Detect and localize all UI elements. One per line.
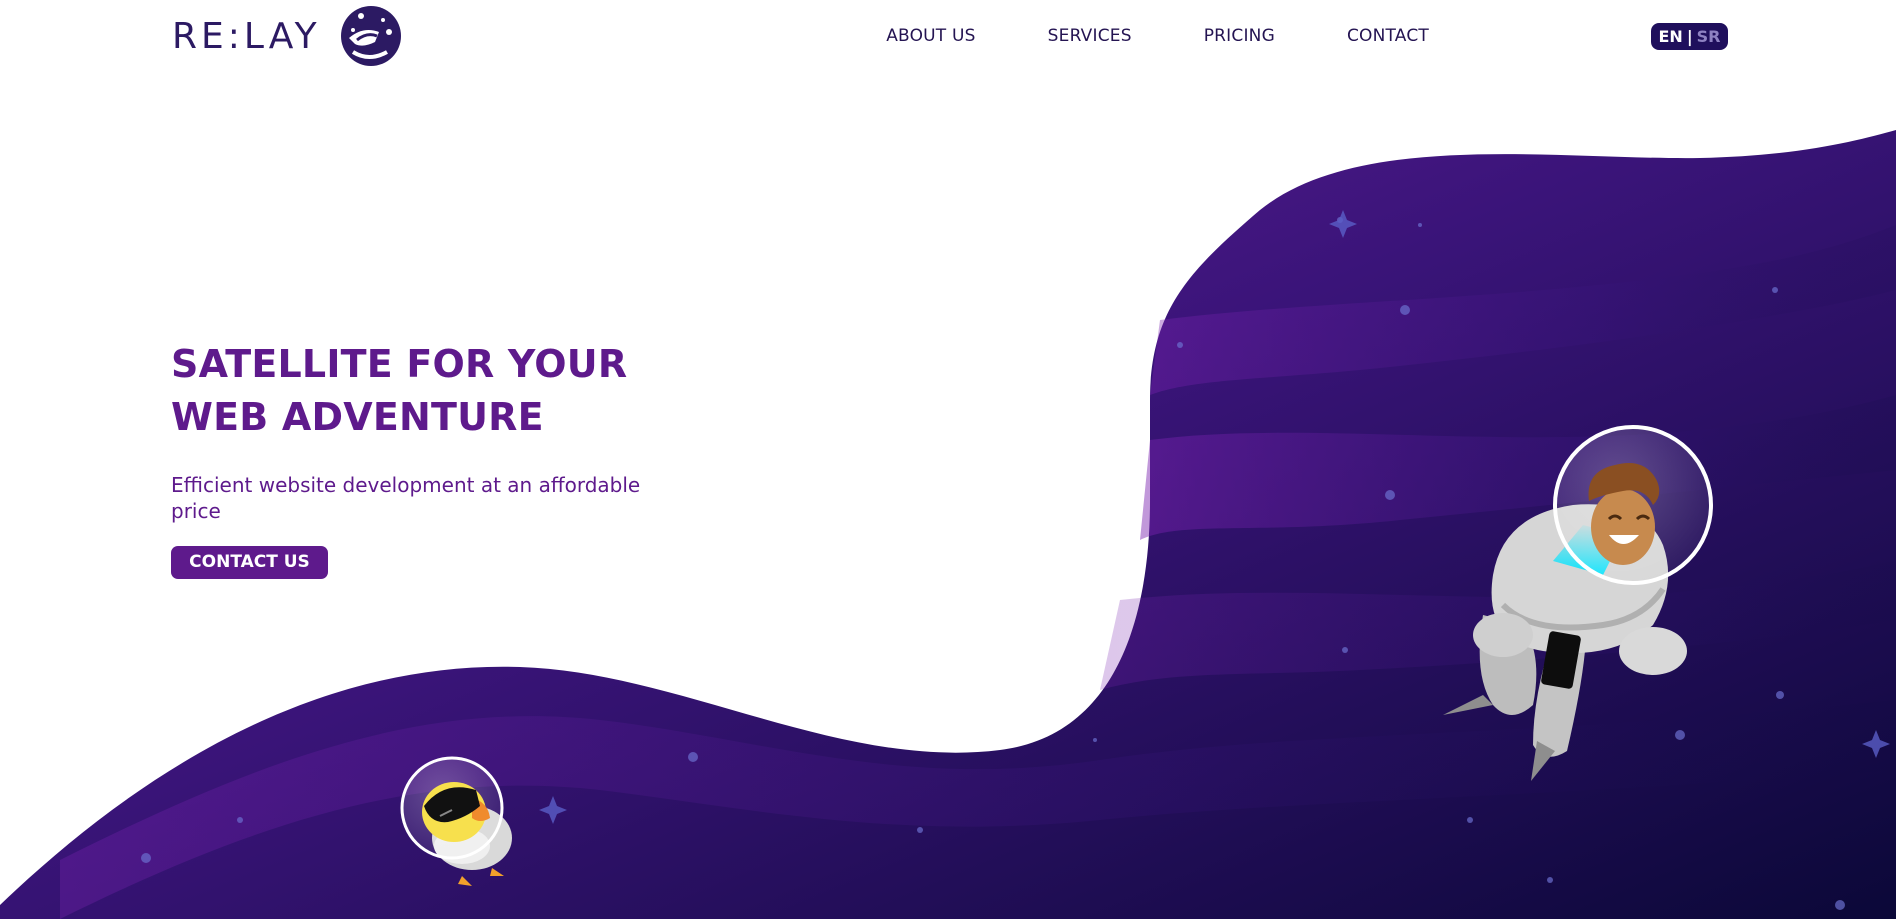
nav-about-us[interactable]: ABOUT US [886,24,975,48]
hero-title: SATELLITE FOR YOUR WEB ADVENTURE [171,338,691,444]
contact-us-button[interactable]: CONTACT US [171,546,328,579]
language-en-option[interactable]: EN [1658,27,1682,46]
nav-contact[interactable]: CONTACT [1347,24,1429,48]
language-sr-option[interactable]: SR [1697,27,1721,46]
language-switcher: EN | SR [1651,23,1728,50]
nav-pricing[interactable]: PRICING [1204,24,1275,48]
hero-title-line-2: WEB ADVENTURE [171,395,544,439]
logo-link[interactable]: RE:LAY [172,4,403,68]
astronaut-chick-icon [340,6,401,66]
logo-wordmark: RE:LAY [172,15,321,57]
hero-section: SATELLITE FOR YOUR WEB ADVENTURE Efficie… [171,338,691,579]
language-separator: | [1686,27,1693,46]
site-header: RE:LAY ABOUT US SERVICES PRICING CONTACT… [0,0,1896,72]
main-navigation: ABOUT US SERVICES PRICING CONTACT [886,24,1429,48]
hero-subtitle: Efficient website development at an affo… [171,473,641,523]
hero-title-line-1: SATELLITE FOR YOUR [171,342,628,386]
nav-services[interactable]: SERVICES [1048,24,1132,48]
